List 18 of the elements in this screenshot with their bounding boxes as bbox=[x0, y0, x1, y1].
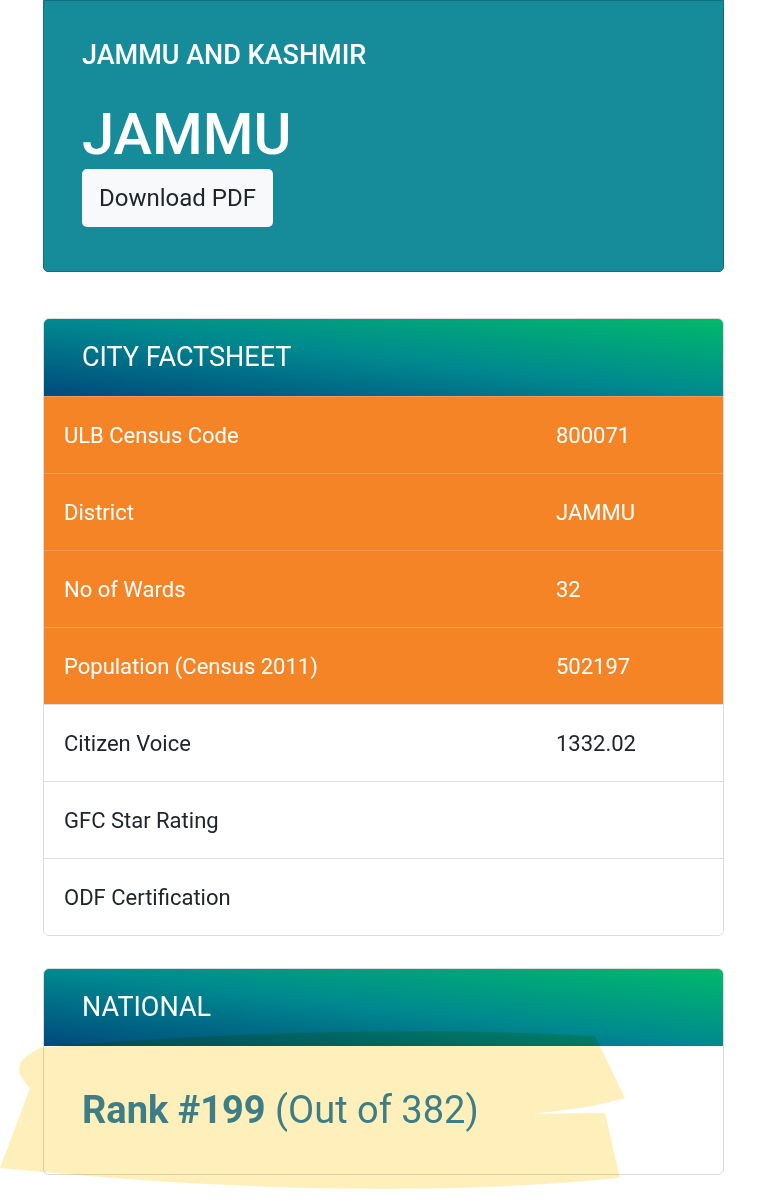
state-name: JAMMU AND KASHMIR bbox=[82, 38, 367, 73]
row-value: JAMMU bbox=[556, 498, 635, 527]
row-label: Population (Census 2011) bbox=[63, 652, 319, 681]
row-value: 1332.02 bbox=[556, 729, 636, 758]
row-label: District bbox=[63, 498, 135, 527]
national-title: NATIONAL bbox=[82, 990, 212, 1026]
row-value: 32 bbox=[556, 575, 581, 604]
row-label: GFC Star Rating bbox=[63, 806, 220, 835]
download-pdf-button[interactable]: Download PDF bbox=[82, 169, 273, 227]
row-label: No of Wards bbox=[63, 575, 187, 604]
national-rank: Rank #199 (Out of 382) bbox=[82, 1086, 479, 1134]
row-label: ULB Census Code bbox=[63, 421, 240, 450]
row-value: 502197 bbox=[556, 652, 631, 681]
row-value: 800071 bbox=[556, 421, 631, 450]
city-name: JAMMU bbox=[82, 99, 292, 169]
factsheet-title: CITY FACTSHEET bbox=[82, 340, 292, 376]
row-label: ODF Certification bbox=[63, 883, 232, 912]
row-label: Citizen Voice bbox=[63, 729, 192, 758]
